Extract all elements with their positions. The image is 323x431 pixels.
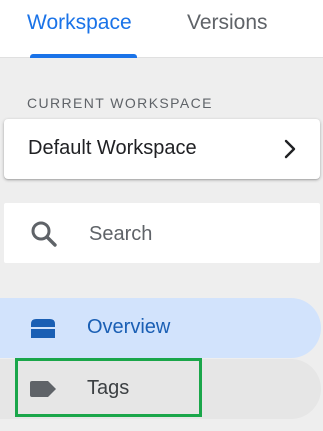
search-box[interactable] (4, 203, 320, 263)
search-input[interactable] (89, 221, 289, 247)
workspace-selector[interactable]: Default Workspace (4, 119, 320, 179)
overview-icon (31, 319, 55, 338)
nav-item-label: Overview (87, 316, 171, 338)
tab-bar: Workspace Versions (0, 0, 323, 58)
workspace-name: Default Workspace (28, 137, 197, 159)
chevron-right-icon (284, 139, 296, 159)
nav-item-overview[interactable]: Overview (0, 298, 321, 358)
app-root: Workspace Versions CURRENT WORKSPACE Def… (0, 0, 323, 431)
tab-versions[interactable]: Versions (187, 10, 268, 36)
nav-item-label: Tags (87, 377, 130, 399)
nav-item-tags[interactable]: Tags (0, 359, 321, 419)
active-tab-indicator (30, 54, 137, 58)
current-workspace-label: CURRENT WORKSPACE (27, 95, 213, 111)
tag-icon (30, 381, 56, 397)
search-icon (31, 221, 57, 247)
tab-workspace[interactable]: Workspace (27, 10, 132, 36)
